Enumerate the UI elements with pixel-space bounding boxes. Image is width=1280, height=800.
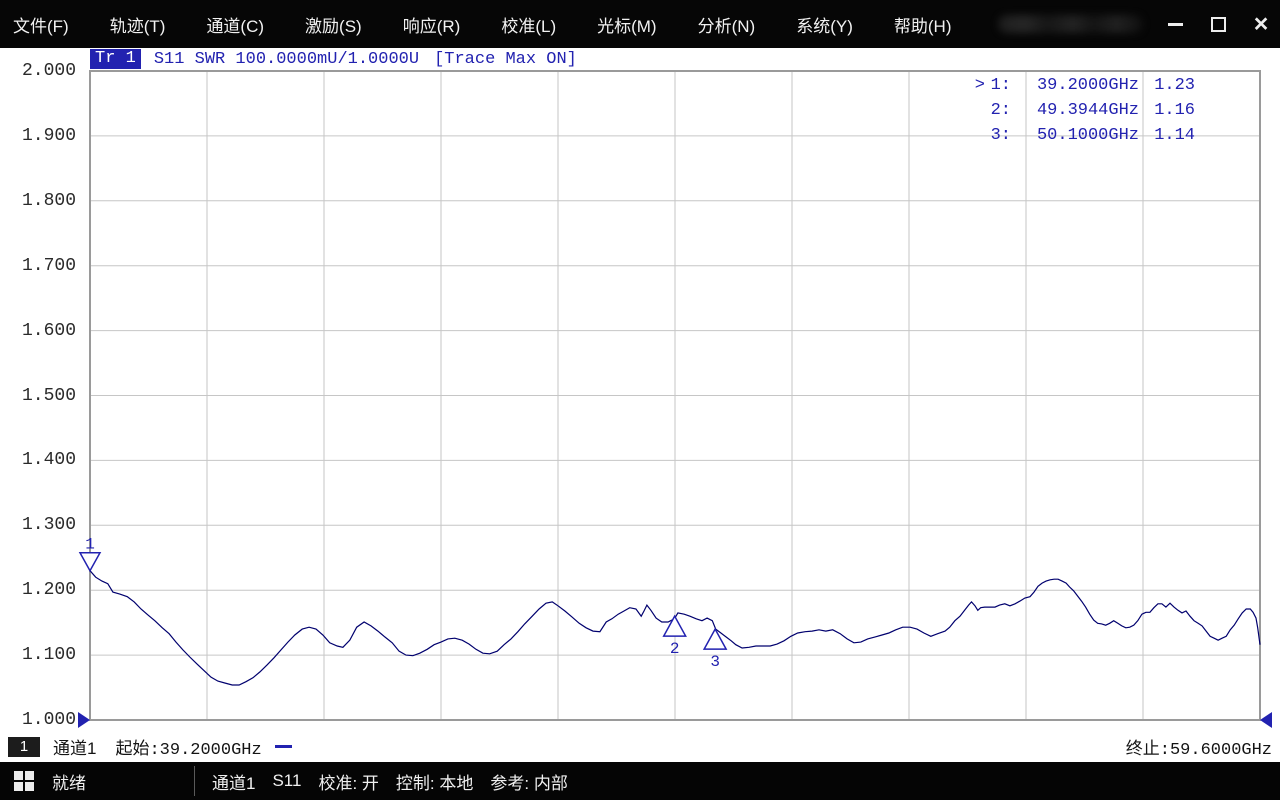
menu-stimulus[interactable]: 激励(S)	[305, 12, 362, 37]
marker-3-triangle-icon[interactable]	[702, 627, 728, 650]
trace-max-mode-label: [Trace Max ON]	[434, 49, 577, 69]
statusbar-divider	[194, 766, 195, 796]
trace-header: Tr 1 S11 SWR 100.0000mU/1.0000U [Trace M…	[90, 49, 577, 69]
marker-2-label: 2	[670, 640, 680, 658]
y-axis-tick-label: 1.000	[21, 710, 76, 730]
marker-value: 1.23	[1154, 76, 1195, 95]
ready-status-label: 就绪	[52, 773, 86, 793]
menu-bar: 文件(F) 轨迹(T) 通道(C) 激励(S) 响应(R) 校准(L) 光标(M…	[0, 0, 1280, 48]
y-axis-tick-label: 1.700	[21, 255, 76, 276]
menu-cal[interactable]: 校准(L)	[501, 12, 556, 37]
statusbar-control-label: 控制: 本地	[395, 773, 474, 793]
start-frequency-label: 起始:39.2000GHz	[115, 740, 262, 760]
close-icon: ×	[1253, 9, 1269, 38]
menu-analysis[interactable]: 分析(N)	[698, 12, 756, 37]
redacted-watermark	[998, 15, 1143, 33]
marker-readout-row-2: 2: 49.3944GHz 1.16	[969, 98, 1195, 123]
marker-2-triangle-icon[interactable]	[662, 614, 687, 637]
close-button[interactable]: ×	[1248, 11, 1274, 37]
status-bar: 就绪 通道1 S11 校准: 开 控制: 本地 参考: 内部	[0, 762, 1280, 800]
menu-help[interactable]: 帮助(H)	[894, 12, 952, 37]
marker-frequency: 50.1000GHz	[1036, 126, 1139, 145]
statusbar-parameter-label: S11	[272, 771, 302, 790]
vna-application-window: 文件(F) 轨迹(T) 通道(C) 激励(S) 响应(R) 校准(L) 光标(M…	[0, 0, 1280, 800]
trace-color-key-icon	[274, 745, 292, 748]
marker-readout-row-3: 3: 50.1000GHz 1.14	[969, 123, 1195, 148]
marker-number: 3:	[990, 126, 1011, 145]
stop-frequency-label: 终止:59.6000GHz	[1125, 740, 1272, 760]
y-axis-tick-label: 2.000	[21, 61, 76, 81]
y-axis-tick-label: 1.100	[21, 645, 76, 666]
y-axis-tick-label: 1.300	[21, 515, 76, 536]
y-axis-tick-label: 1.800	[21, 190, 76, 211]
y-axis-tick-label: 1.900	[21, 125, 76, 146]
channel-number-badge[interactable]: 1	[8, 736, 40, 757]
marker-1-triangle-icon[interactable]	[78, 551, 102, 573]
minimize-button[interactable]	[1162, 11, 1188, 37]
menu-system[interactable]: 系统(Y)	[796, 12, 853, 37]
restore-window-icon	[1210, 16, 1226, 32]
marker-1-label: 1	[85, 536, 95, 554]
active-marker-indicator: >	[974, 76, 985, 95]
marker-readout-panel: > 1: 39.2000GHz 1.23 2: 49.3944GHz 1.16 …	[969, 73, 1195, 148]
menu-channel[interactable]: 通道(C)	[206, 12, 264, 37]
marker-readout-row-1: > 1: 39.2000GHz 1.23	[969, 73, 1195, 98]
window-controls: ×	[1162, 0, 1274, 48]
menu-response[interactable]: 响应(R)	[403, 12, 461, 37]
marker-frequency: 39.2000GHz	[1036, 76, 1139, 95]
marker-number: 1:	[990, 76, 1011, 95]
minimize-icon	[1167, 22, 1183, 26]
statusbar-cal-label: 校准: 开	[318, 773, 379, 793]
swr-trace-chart: 1 2 3	[78, 70, 1272, 728]
chart-plot-area[interactable]: 1 2 3	[78, 70, 1272, 728]
trace-badge[interactable]: Tr 1	[90, 49, 141, 69]
marker-3-label: 3	[710, 653, 720, 671]
restore-button[interactable]	[1205, 11, 1231, 37]
channel-bar: 1 通道1 起始:39.2000GHz 终止:59.6000GHz	[0, 731, 1280, 762]
ref-level-left-icon	[78, 712, 90, 728]
app-menu-grid-icon[interactable]	[14, 771, 34, 791]
channel-name-label: 通道1	[53, 739, 97, 758]
statusbar-reference-label: 参考: 内部	[490, 773, 568, 793]
marker-number: 2:	[990, 101, 1011, 120]
y-axis-tick-label: 1.200	[21, 580, 76, 601]
y-axis-labels: 2.000 1.900 1.800 1.700 1.600 1.500 1.400 1.300…	[0, 0, 78, 760]
ref-level-right-icon	[1260, 712, 1272, 728]
marker-value: 1.14	[1154, 126, 1195, 145]
marker-value: 1.16	[1154, 101, 1195, 120]
y-axis-tick-label: 1.600	[21, 320, 76, 341]
menu-trace[interactable]: 轨迹(T)	[110, 12, 166, 37]
trace-measurement-label: S11 SWR 100.0000mU/1.0000U	[153, 49, 420, 69]
marker-frequency: 49.3944GHz	[1036, 101, 1139, 120]
y-axis-tick-label: 1.400	[21, 450, 76, 471]
menu-marker[interactable]: 光标(M)	[597, 12, 656, 37]
statusbar-channel-label: 通道1	[212, 773, 256, 793]
y-axis-tick-label: 1.500	[21, 385, 76, 406]
